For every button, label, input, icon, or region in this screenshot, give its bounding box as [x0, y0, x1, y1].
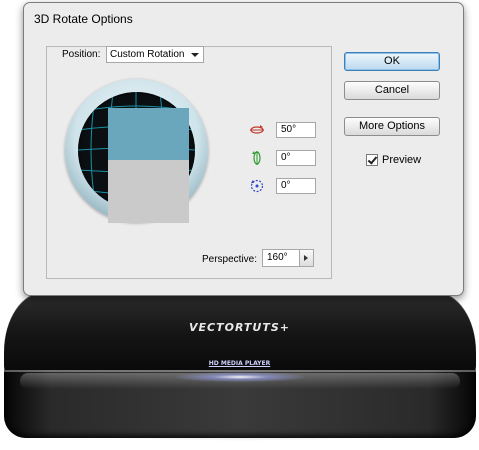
position-label: Position: [60, 49, 103, 60]
cancel-button[interactable]: Cancel [344, 81, 440, 100]
z-rotation-input[interactable]: 0° [276, 178, 316, 194]
cube-top-face[interactable] [108, 108, 189, 160]
more-options-button[interactable]: More Options [344, 117, 440, 136]
device-label: HD MEDIA PLAYER [208, 360, 271, 367]
chevron-down-icon [191, 53, 199, 57]
3d-rotate-options-dialog: 3D Rotate Options Position: Custom Rotat… [23, 2, 464, 296]
perspective-label: Perspective: [202, 254, 258, 265]
position-value: Custom Rotation [110, 49, 185, 60]
led-glow [175, 372, 305, 382]
dialog-title: 3D Rotate Options [34, 12, 133, 26]
position-dropdown[interactable]: Custom Rotation [106, 46, 204, 63]
brand-logo: VECTORTUTS+ [188, 321, 290, 334]
chevron-right-icon[interactable] [300, 249, 314, 267]
preview-label: Preview [382, 154, 422, 166]
y-rotation-input[interactable]: 0° [276, 150, 316, 166]
ok-button[interactable]: OK [344, 52, 440, 71]
x-axis-rotate-icon [250, 125, 264, 134]
cube-front-face[interactable] [108, 160, 189, 223]
preview-checkbox[interactable] [366, 154, 378, 166]
y-axis-rotate-icon [252, 151, 261, 165]
x-rotation-input[interactable]: 50° [276, 122, 316, 138]
perspective-input[interactable]: 160° [262, 249, 300, 267]
z-axis-rotate-icon [250, 179, 264, 193]
